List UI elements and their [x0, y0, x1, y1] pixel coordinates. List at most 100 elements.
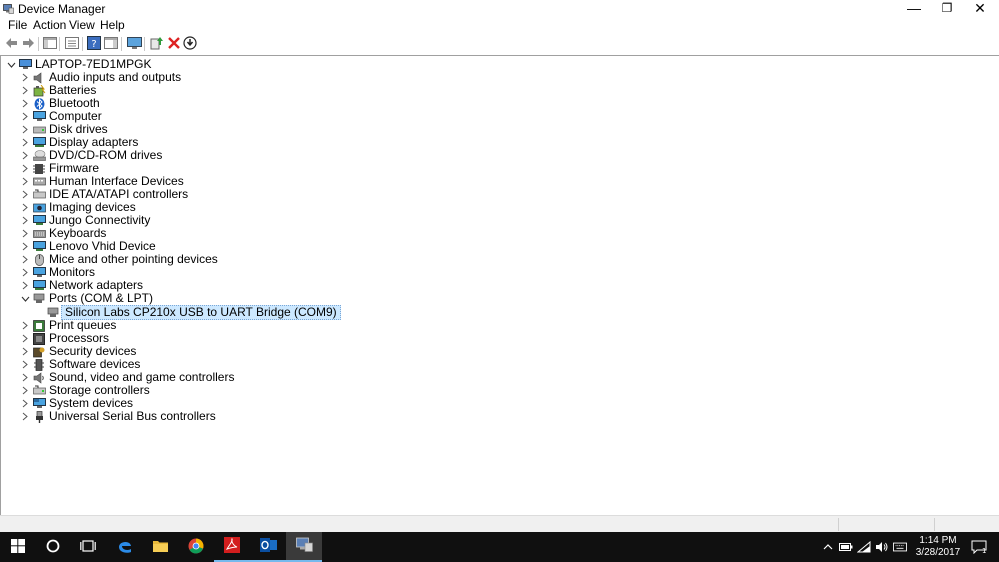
camera-icon: [32, 202, 46, 214]
toolbar-separator: [38, 37, 39, 51]
tree-item-ports[interactable]: Ports (COM & LPT): [18, 292, 155, 305]
taskbar-clock[interactable]: 1:14 PM 3/28/2017: [910, 535, 966, 559]
mouse-icon: [32, 253, 46, 266]
tree-item-label: Ports (COM & LPT): [49, 291, 154, 305]
chevron-right-icon[interactable]: [18, 279, 32, 292]
maximize-button[interactable]: ❐: [930, 0, 964, 17]
uninstall-icon[interactable]: [166, 35, 182, 51]
cortana-circle-icon: [46, 539, 60, 556]
task-view-button[interactable]: [70, 532, 106, 562]
download-icon[interactable]: [182, 35, 198, 51]
cortana-button[interactable]: [35, 532, 71, 562]
show-hide-console-tree-icon[interactable]: [42, 35, 58, 51]
volume-icon[interactable]: [875, 540, 889, 554]
edge-icon: [117, 538, 133, 557]
system-device-icon: [32, 398, 46, 410]
toolbar: ?: [0, 33, 999, 53]
svg-text:?: ?: [91, 39, 96, 50]
chevron-right-icon[interactable]: [18, 84, 32, 97]
storage-controller-icon: [32, 385, 46, 397]
chevron-right-icon[interactable]: [18, 410, 32, 423]
chevron-right-icon[interactable]: [18, 319, 32, 332]
toolbar-separator: [59, 37, 60, 51]
close-button[interactable]: ✕: [963, 0, 997, 17]
chevron-right-icon[interactable]: [18, 110, 32, 123]
chevron-right-icon[interactable]: [18, 240, 32, 253]
chevron-right-icon[interactable]: [18, 266, 32, 279]
chevron-right-icon[interactable]: [18, 384, 32, 397]
processor-icon: [32, 332, 46, 345]
tree-item-audio[interactable]: Audio inputs and outputs: [18, 71, 183, 84]
chevron-right-icon[interactable]: [18, 97, 32, 110]
forward-icon[interactable]: [20, 35, 36, 51]
properties-icon[interactable]: [64, 35, 80, 51]
chevron-right-icon[interactable]: [18, 332, 32, 345]
chevron-right-icon[interactable]: [18, 345, 32, 358]
back-icon[interactable]: [3, 35, 19, 51]
task-view-icon: [80, 539, 96, 555]
chevron-right-icon[interactable]: [18, 136, 32, 149]
chrome-icon: [188, 538, 204, 557]
title-bar: Device Manager — ❐ ✕: [0, 0, 999, 17]
port-icon: [46, 307, 60, 319]
acrobat-icon: [224, 536, 240, 556]
help-icon[interactable]: ?: [86, 35, 102, 51]
menu-file[interactable]: File: [7, 18, 28, 32]
outlook-button[interactable]: [250, 532, 286, 562]
chevron-right-icon[interactable]: [18, 123, 32, 136]
chevron-down-icon[interactable]: [18, 292, 32, 305]
toolbar-separator: [121, 37, 122, 51]
acrobat-button[interactable]: [214, 532, 250, 562]
start-button[interactable]: [0, 532, 36, 562]
speaker-icon: [32, 71, 46, 84]
folder-icon: [152, 539, 169, 556]
chrome-button[interactable]: [178, 532, 214, 562]
show-hide-action-pane-icon[interactable]: [103, 35, 119, 51]
chevron-right-icon[interactable]: [18, 175, 32, 188]
chevron-right-icon[interactable]: [18, 397, 32, 410]
clock-time: 1:14 PM: [919, 535, 957, 546]
chevron-right-icon[interactable]: [18, 188, 32, 201]
wifi-icon[interactable]: [857, 540, 871, 554]
taskbar: 1:14 PM 3/28/2017 1: [0, 532, 999, 562]
windows-logo-icon: [11, 538, 25, 556]
network-adapter-icon: [32, 280, 46, 292]
toolbar-separator: [82, 37, 83, 51]
file-explorer-button[interactable]: [142, 532, 178, 562]
usb-icon: [32, 410, 46, 423]
notification-count: 1: [982, 547, 986, 554]
keyboard-tray-icon[interactable]: [893, 540, 907, 554]
minimize-button[interactable]: —: [897, 0, 931, 17]
monitor-icon[interactable]: [126, 35, 142, 51]
device-manager-app-icon: [3, 4, 14, 14]
dvd-icon: [32, 150, 46, 162]
chevron-down-icon[interactable]: [4, 58, 18, 71]
menu-help[interactable]: Help: [99, 18, 126, 32]
computer-icon: [32, 111, 46, 123]
chevron-right-icon[interactable]: [18, 371, 32, 384]
update-driver-icon[interactable]: [149, 35, 165, 51]
monitor-icon: [32, 267, 46, 279]
chevron-up-icon[interactable]: [821, 540, 835, 554]
software-device-icon: [32, 358, 46, 371]
keyboard-icon: [32, 228, 46, 240]
battery-tray-icon[interactable]: [839, 540, 853, 554]
edge-button[interactable]: [107, 532, 143, 562]
security-device-icon: [32, 346, 46, 358]
chevron-right-icon[interactable]: [18, 227, 32, 240]
chevron-right-icon[interactable]: [18, 149, 32, 162]
device-manager-button[interactable]: [286, 532, 322, 562]
menu-action[interactable]: Action: [32, 18, 67, 32]
chevron-right-icon[interactable]: [18, 162, 32, 175]
chevron-right-icon[interactable]: [18, 201, 32, 214]
chevron-right-icon[interactable]: [18, 71, 32, 84]
chevron-right-icon[interactable]: [18, 214, 32, 227]
menu-view[interactable]: View: [68, 18, 96, 32]
chevron-right-icon[interactable]: [18, 358, 32, 371]
device-tree: LAPTOP-7ED1MPGK Audio inputs and outputs…: [0, 55, 999, 515]
bluetooth-icon: [32, 97, 46, 110]
tree-item-usb-controllers[interactable]: Universal Serial Bus controllers: [18, 410, 218, 423]
action-center-button[interactable]: 1: [970, 540, 988, 554]
status-separator: [934, 518, 935, 531]
chevron-right-icon[interactable]: [18, 253, 32, 266]
